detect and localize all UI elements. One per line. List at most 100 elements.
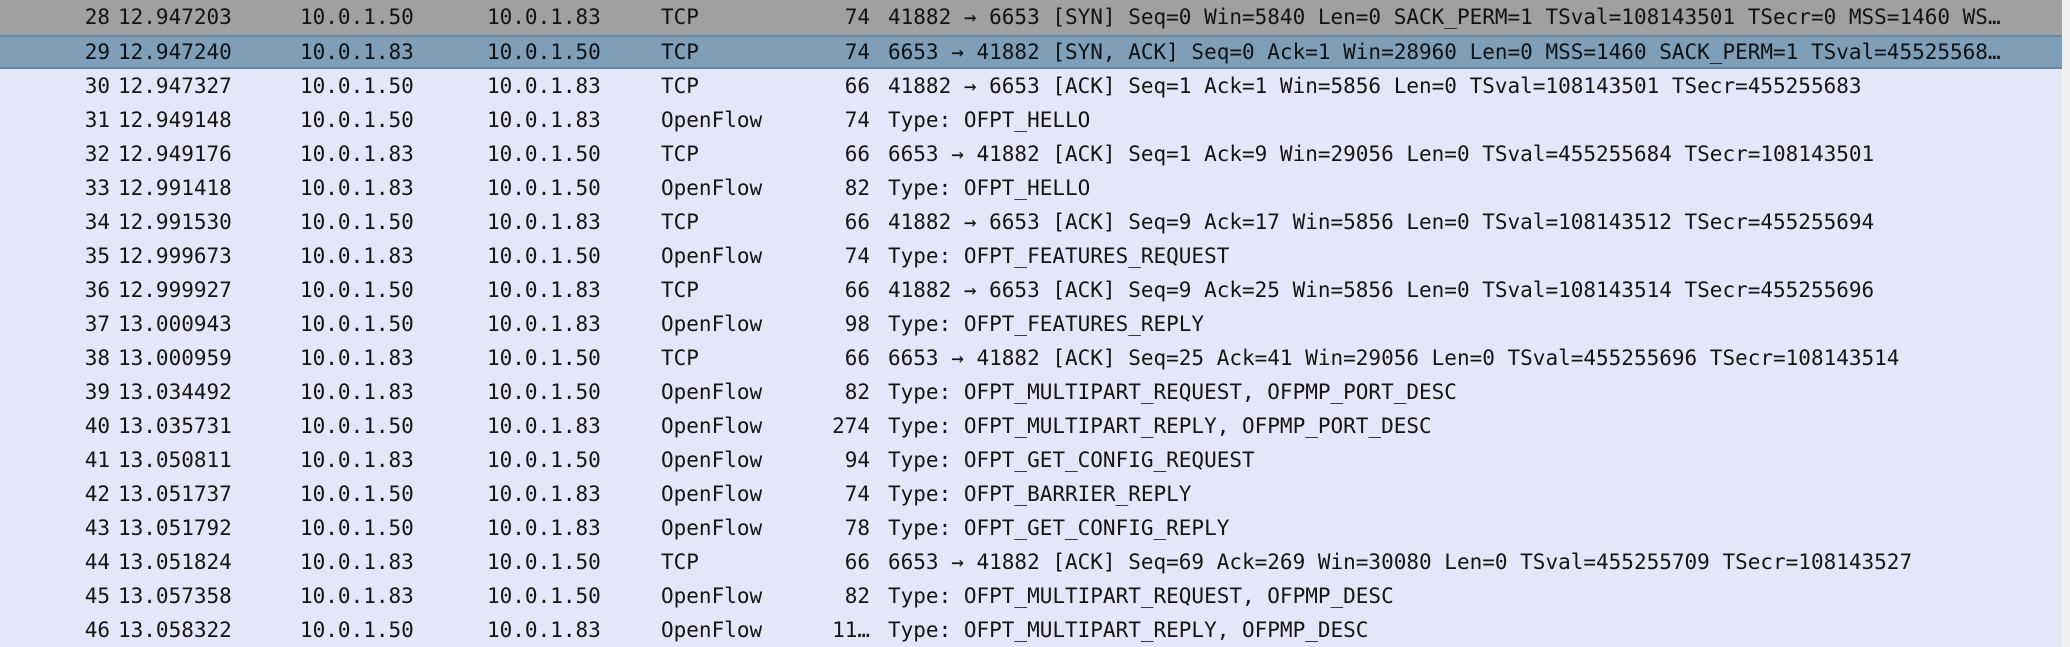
packet-time: 13.000959 [118, 346, 232, 370]
packet-row[interactable]: 37 13.000943 10.0.1.50 10.0.1.83 OpenFlow 98 T… [0, 307, 2062, 341]
packet-info: Type: OFPT_MULTIPART_REPLY, OFPMP_PORT_D… [888, 414, 1432, 438]
packet-row[interactable]: 44 13.051824 10.0.1.83 10.0.1.50 TCP 66 6653 →… [0, 545, 2062, 579]
packet-time: 13.050811 [118, 448, 232, 472]
packet-destination: 10.0.1.50 [487, 448, 601, 472]
packet-length: 82 [844, 380, 870, 404]
packet-length: 66 [844, 74, 870, 98]
packet-source: 10.0.1.50 [300, 414, 414, 438]
packet-row[interactable]: 43 13.051792 10.0.1.50 10.0.1.83 OpenFlow 78 T… [0, 511, 2062, 545]
scrollbar[interactable] [2062, 0, 2070, 647]
packet-length: 74 [844, 244, 870, 268]
packet-number: 37 [84, 312, 110, 336]
packet-row[interactable]: 34 12.991530 10.0.1.50 10.0.1.83 TCP 66 41882 … [0, 205, 2062, 239]
packet-time: 13.051792 [118, 516, 232, 540]
packet-time: 13.057358 [118, 584, 232, 608]
packet-length: 66 [844, 142, 870, 166]
packet-row[interactable]: 39 13.034492 10.0.1.83 10.0.1.50 OpenFlow 82 T… [0, 375, 2062, 409]
packet-destination: 10.0.1.83 [487, 482, 601, 506]
packet-info: Type: OFPT_HELLO [888, 176, 1091, 200]
packet-row[interactable]: 29 12.947240 10.0.1.83 10.0.1.50 TCP 74 6653 →… [0, 35, 2062, 69]
packet-destination: 10.0.1.50 [487, 176, 601, 200]
packet-destination: 10.0.1.83 [487, 618, 601, 642]
packet-time: 13.000943 [118, 312, 232, 336]
packet-destination: 10.0.1.50 [487, 142, 601, 166]
packet-destination: 10.0.1.83 [487, 516, 601, 540]
packet-info: 41882 → 6653 [ACK] Seq=1 Ack=1 Win=5856 … [888, 74, 1862, 98]
packet-length: 66 [844, 278, 870, 302]
packet-length: 66 [844, 550, 870, 574]
packet-source: 10.0.1.83 [300, 142, 414, 166]
packet-row[interactable]: 32 12.949176 10.0.1.83 10.0.1.50 TCP 66 6653 →… [0, 137, 2062, 171]
packet-number: 39 [84, 380, 110, 404]
packet-row[interactable]: 31 12.949148 10.0.1.50 10.0.1.83 OpenFlow 74 T… [0, 103, 2062, 137]
packet-row[interactable]: 40 13.035731 10.0.1.50 10.0.1.83 OpenFlow 274… [0, 409, 2062, 443]
packet-source: 10.0.1.83 [300, 244, 414, 268]
packet-number: 35 [84, 244, 110, 268]
packet-time: 13.051824 [118, 550, 232, 574]
packet-destination: 10.0.1.83 [487, 414, 601, 438]
packet-number: 32 [84, 142, 110, 166]
packet-time: 12.947203 [118, 5, 232, 29]
packet-time: 12.991418 [118, 176, 232, 200]
packet-length: 94 [844, 448, 870, 472]
packet-row[interactable]: 35 12.999673 10.0.1.83 10.0.1.50 OpenFlow 74 T… [0, 239, 2062, 273]
packet-destination: 10.0.1.83 [487, 278, 601, 302]
packet-source: 10.0.1.83 [300, 346, 414, 370]
packet-destination: 10.0.1.83 [487, 5, 601, 29]
packet-length: 98 [844, 312, 870, 336]
packet-destination: 10.0.1.83 [487, 74, 601, 98]
packet-length: 78 [844, 516, 870, 540]
packet-time: 12.949148 [118, 108, 232, 132]
packet-info: Type: OFPT_FEATURES_REQUEST [888, 244, 1230, 268]
packet-number: 38 [84, 346, 110, 370]
packet-source: 10.0.1.50 [300, 516, 414, 540]
packet-length: 274 [832, 414, 870, 438]
packet-destination: 10.0.1.50 [487, 244, 601, 268]
packet-destination: 10.0.1.83 [487, 312, 601, 336]
packet-number: 28 [84, 5, 110, 29]
packet-length: 74 [844, 40, 870, 64]
packet-time: 12.999927 [118, 278, 232, 302]
packet-row[interactable]: 33 12.991418 10.0.1.83 10.0.1.50 OpenFlow 82 T… [0, 171, 2062, 205]
packet-time: 12.991530 [118, 210, 232, 234]
packet-time: 13.035731 [118, 414, 232, 438]
packet-destination: 10.0.1.83 [487, 210, 601, 234]
packet-time: 13.058322 [118, 618, 232, 642]
packet-row[interactable]: 46 13.058322 10.0.1.50 10.0.1.83 OpenFlow 11…… [0, 613, 2062, 647]
packet-length: 82 [844, 176, 870, 200]
packet-destination: 10.0.1.50 [487, 40, 601, 64]
packet-info: Type: OFPT_HELLO [888, 108, 1091, 132]
packet-source: 10.0.1.83 [300, 448, 414, 472]
packet-info: Type: OFPT_MULTIPART_REQUEST, OFPMP_PORT… [888, 380, 1457, 404]
packet-row[interactable]: 30 12.947327 10.0.1.50 10.0.1.83 TCP 66 41882 … [0, 69, 2062, 103]
packet-source: 10.0.1.50 [300, 74, 414, 98]
packet-info: Type: OFPT_MULTIPART_REQUEST, OFPMP_DESC [888, 584, 1394, 608]
packet-time: 13.051737 [118, 482, 232, 506]
packet-info: 6653 → 41882 [ACK] Seq=1 Ack=9 Win=29056… [888, 142, 1875, 166]
packet-row[interactable]: 45 13.057358 10.0.1.83 10.0.1.50 OpenFlow 82 T… [0, 579, 2062, 613]
packet-row[interactable]: 42 13.051737 10.0.1.50 10.0.1.83 OpenFlow 74 T… [0, 477, 2062, 511]
packet-info: 6653 → 41882 [SYN, ACK] Seq=0 Ack=1 Win=… [888, 40, 2001, 64]
packet-length: 74 [844, 482, 870, 506]
packet-list[interactable]: 28 12.947203 10.0.1.50 10.0.1.83 TCP 74 41882 … [0, 0, 2070, 647]
packet-source: 10.0.1.50 [300, 278, 414, 302]
packet-row[interactable]: 38 13.000959 10.0.1.83 10.0.1.50 TCP 66 6653 →… [0, 341, 2062, 375]
packet-source: 10.0.1.50 [300, 618, 414, 642]
packet-row[interactable]: 41 13.050811 10.0.1.83 10.0.1.50 OpenFlow 94 T… [0, 443, 2062, 477]
packet-number: 41 [84, 448, 110, 472]
packet-time: 13.034492 [118, 380, 232, 404]
packet-number: 40 [84, 414, 110, 438]
packet-source: 10.0.1.50 [300, 482, 414, 506]
packet-number: 45 [84, 584, 110, 608]
packet-row[interactable]: 36 12.999927 10.0.1.50 10.0.1.83 TCP 66 41882 … [0, 273, 2062, 307]
packet-length: 11… [832, 618, 870, 642]
packet-destination: 10.0.1.50 [487, 346, 601, 370]
packet-row[interactable]: 28 12.947203 10.0.1.50 10.0.1.83 TCP 74 41882 … [0, 0, 2062, 35]
packet-length: 74 [844, 5, 870, 29]
packet-source: 10.0.1.83 [300, 584, 414, 608]
packet-info: 6653 → 41882 [ACK] Seq=25 Ack=41 Win=290… [888, 346, 1900, 370]
packet-info: Type: OFPT_FEATURES_REPLY [888, 312, 1205, 336]
packet-source: 10.0.1.83 [300, 40, 414, 64]
packet-source: 10.0.1.83 [300, 380, 414, 404]
packet-length: 74 [844, 108, 870, 132]
